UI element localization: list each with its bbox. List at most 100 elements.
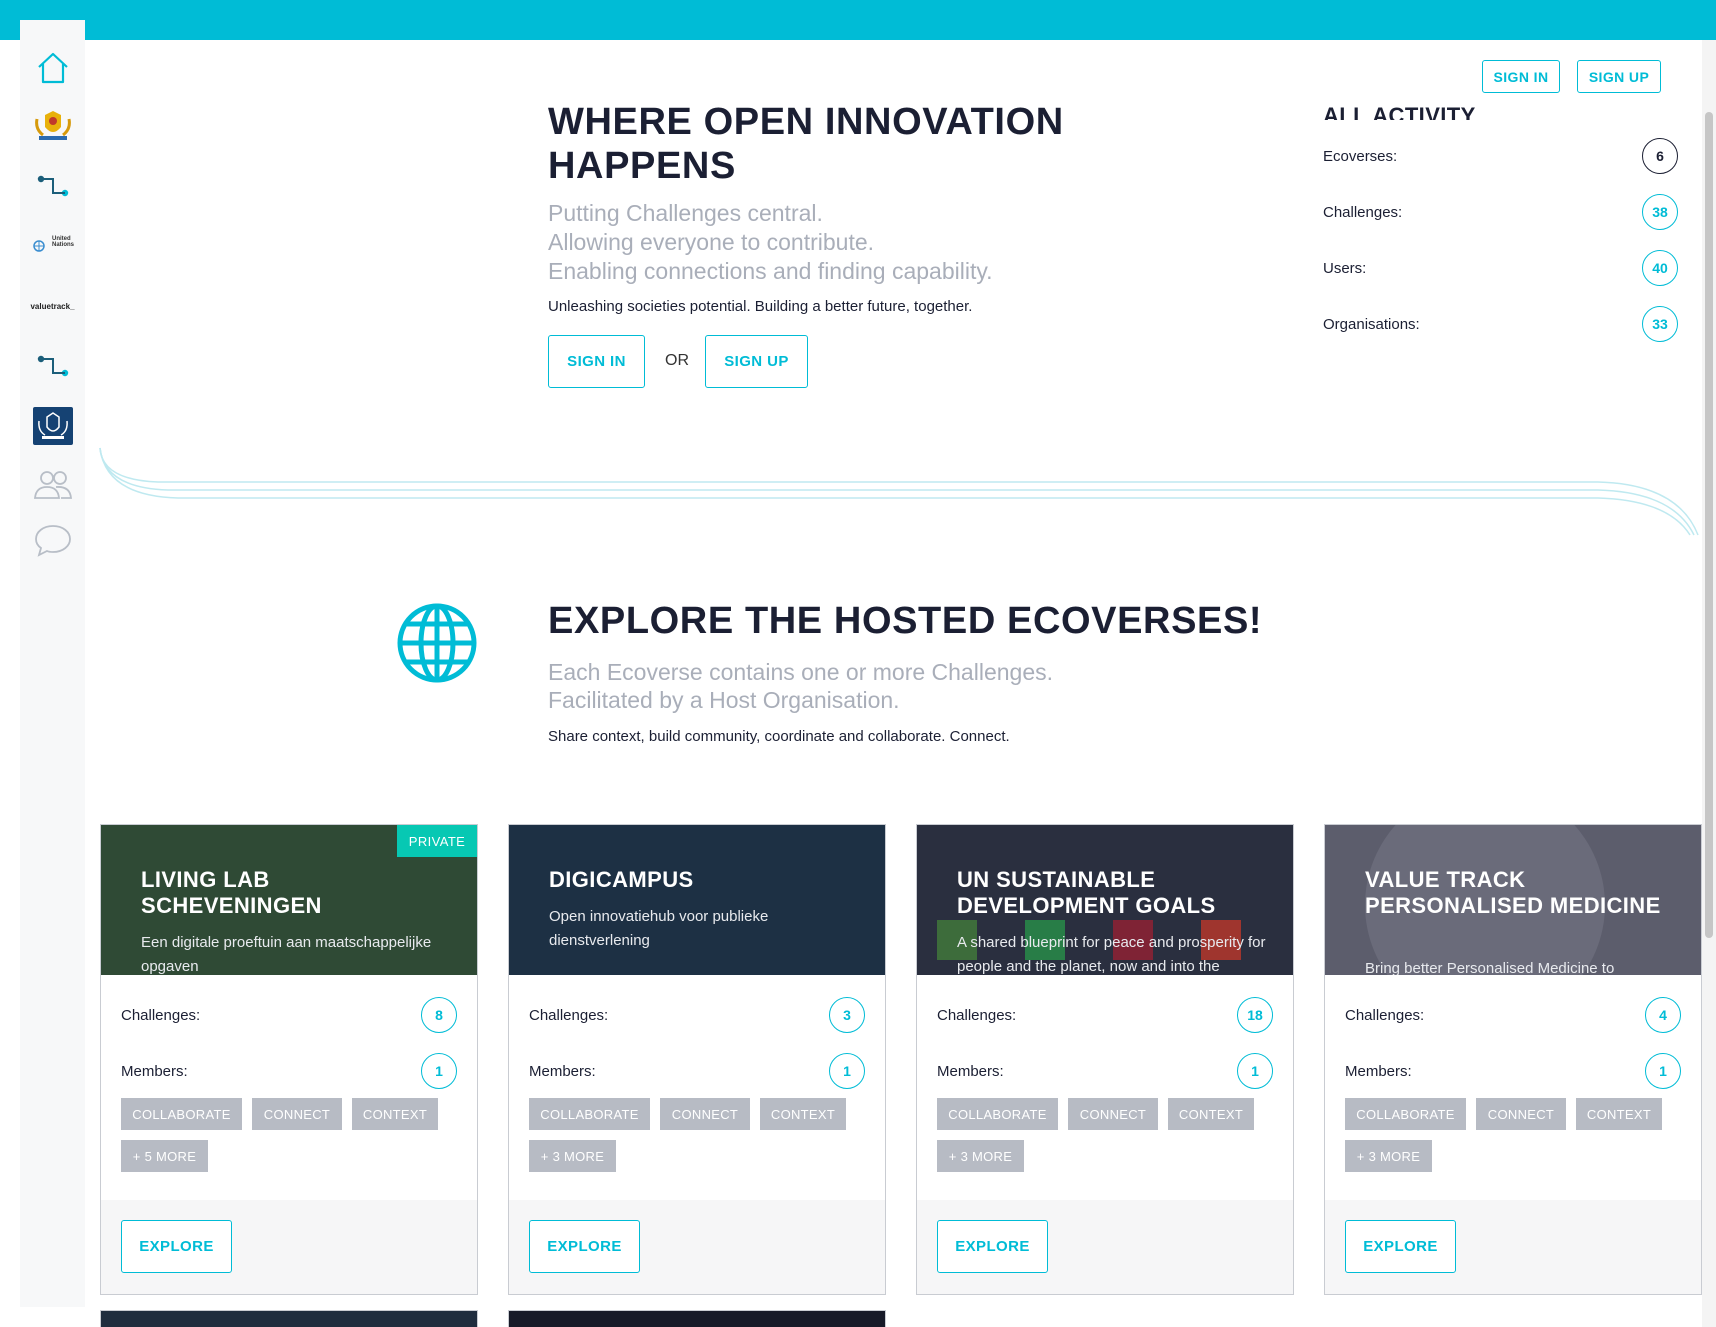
tag-collaborate[interactable]: COLLABORATE [529, 1098, 650, 1130]
members-label: Members: [121, 1063, 188, 1080]
explore-button[interactable]: EXPLORE [937, 1220, 1048, 1273]
tag-connect[interactable]: CONNECT [252, 1098, 342, 1130]
card-title: UN SUSTAINABLE DEVELOPMENT GOALS [957, 867, 1216, 918]
top-bar [0, 0, 1716, 40]
card-footer: EXPLORE [509, 1200, 885, 1294]
card-title: DIGICAMPUS [549, 867, 694, 892]
header-sign-up-button[interactable]: SIGN UP [1577, 60, 1661, 93]
activity-count-users: 40 [1642, 250, 1678, 286]
hero-title: WHERE OPEN INNOVATION HAPPENS [548, 101, 1064, 187]
activity-label-organisations: Organisations: [1323, 316, 1420, 333]
card-description: Een digitale proeftuin aan maatschappeli… [141, 934, 432, 975]
sidebar-item-rijksoverheid[interactable] [20, 402, 85, 450]
card-header-image: PRIVATE LIVING LAB SCHEVENINGEN Een digi… [101, 825, 477, 975]
sidebar-item-digicampus[interactable] [20, 162, 85, 210]
sidebar-item-users[interactable] [20, 460, 85, 508]
challenges-count: 8 [421, 997, 457, 1033]
globe-icon [397, 603, 477, 683]
ecoverse-card: PRIVATE LIVING LAB SCHEVENINGEN Een digi… [100, 824, 478, 1295]
card-description: Bring better Personalised Medicine to [1365, 960, 1615, 975]
connector-icon [37, 175, 68, 197]
tag-more[interactable]: + 3 MORE [1345, 1140, 1432, 1172]
header-sign-in-button[interactable]: SIGN IN [1482, 60, 1560, 93]
united-nations-text: United Nations [52, 236, 75, 248]
valuetrack-logo: valuetrack_ [30, 301, 75, 311]
wave-divider [99, 447, 1699, 536]
members-label: Members: [937, 1063, 1004, 1080]
challenges-label: Challenges: [529, 1007, 609, 1024]
members-count: 1 [829, 1053, 865, 1089]
tag-more[interactable]: + 3 MORE [937, 1140, 1024, 1172]
ecoverse-card: VALUE TRACK PERSONALISED MEDICINE Bring … [1324, 824, 1702, 1295]
hero-tagline: Unleashing societies potential. Building… [548, 298, 973, 315]
ecoverse-card-partial[interactable] [100, 1310, 478, 1327]
card-title: LIVING LAB SCHEVENINGEN [141, 867, 322, 918]
connector-icon [37, 355, 68, 377]
scrollbar-thumb[interactable] [1705, 112, 1713, 938]
tag-connect[interactable]: CONNECT [1068, 1098, 1158, 1130]
activity-count-organisations: 33 [1642, 306, 1678, 342]
users-icon [33, 471, 72, 499]
sidebar-item-valuetrack[interactable]: valuetrack_ [20, 282, 85, 330]
private-badge: PRIVATE [397, 825, 477, 857]
activity-count-challenges: 38 [1642, 194, 1678, 230]
hero-line-1: Putting Challenges central. [548, 200, 823, 226]
hero-sign-up-button[interactable]: SIGN UP [705, 335, 808, 388]
card-description: A shared blueprint for peace and prosper… [957, 934, 1266, 975]
explore-title: EXPLORE THE HOSTED ECOVERSES! [548, 600, 1263, 642]
tag-context[interactable]: CONTEXT [1576, 1098, 1662, 1130]
sidebar-item-coat-of-arms[interactable] [20, 102, 85, 150]
hero-sign-in-button[interactable]: SIGN IN [548, 335, 645, 388]
activity-label-ecoverses: Ecoverses: [1323, 148, 1398, 165]
card-footer: EXPLORE [101, 1200, 477, 1294]
tag-context[interactable]: CONTEXT [352, 1098, 438, 1130]
ecoverse-card: UN SUSTAINABLE DEVELOPMENT GOALS A share… [916, 824, 1294, 1295]
hero-line-3: Enabling connections and finding capabil… [548, 258, 993, 284]
sidebar: United Nations valuetrack_ [20, 20, 85, 1307]
or-label: OR [665, 352, 689, 369]
challenges-count: 3 [829, 997, 865, 1033]
members-label: Members: [1345, 1063, 1412, 1080]
explore-button[interactable]: EXPLORE [121, 1220, 232, 1273]
explore-button[interactable]: EXPLORE [1345, 1220, 1456, 1273]
card-header-image: UN SUSTAINABLE DEVELOPMENT GOALS A share… [917, 825, 1293, 975]
explore-line-1: Each Ecoverse contains one or more Chall… [548, 659, 1054, 685]
home-icon [37, 52, 68, 84]
ecoverse-card: DIGICAMPUS Open innovatiehub voor publie… [508, 824, 886, 1295]
card-footer: EXPLORE [917, 1200, 1293, 1294]
members-count: 1 [421, 1053, 457, 1089]
explore-line-2: Facilitated by a Host Organisation. [548, 687, 900, 713]
tag-context[interactable]: CONTEXT [1168, 1098, 1254, 1130]
challenges-count: 18 [1237, 997, 1273, 1033]
explore-button[interactable]: EXPLORE [529, 1220, 640, 1273]
members-label: Members: [529, 1063, 596, 1080]
tag-collaborate[interactable]: COLLABORATE [121, 1098, 242, 1130]
card-header-image: DIGICAMPUS Open innovatiehub voor publie… [509, 825, 885, 975]
tag-collaborate[interactable]: COLLABORATE [1345, 1098, 1466, 1130]
card-description: Open innovatiehub voor publieke dienstve… [549, 908, 769, 949]
tag-context[interactable]: CONTEXT [760, 1098, 846, 1130]
challenges-count: 4 [1645, 997, 1681, 1033]
tag-connect[interactable]: CONNECT [1476, 1098, 1566, 1130]
ecoverse-card-partial[interactable] [508, 1310, 886, 1327]
tag-connect[interactable]: CONNECT [660, 1098, 750, 1130]
tag-collaborate[interactable]: COLLABORATE [937, 1098, 1058, 1130]
challenges-label: Challenges: [1345, 1007, 1425, 1024]
sidebar-item-messages[interactable] [20, 516, 85, 564]
hero-line-2: Allowing everyone to contribute. [548, 229, 875, 255]
sidebar-item-connector-2[interactable] [20, 342, 85, 390]
card-header-image: VALUE TRACK PERSONALISED MEDICINE Bring … [1325, 825, 1701, 975]
members-count: 1 [1645, 1053, 1681, 1089]
challenges-label: Challenges: [121, 1007, 201, 1024]
tag-more[interactable]: + 3 MORE [529, 1140, 616, 1172]
sidebar-item-united-nations[interactable]: United Nations [20, 222, 85, 270]
activity-label-challenges: Challenges: [1323, 204, 1403, 221]
members-count: 1 [1237, 1053, 1273, 1089]
rijksoverheid-icon [32, 407, 73, 445]
activity-label-users: Users: [1323, 260, 1367, 277]
tag-more[interactable]: + 5 MORE [121, 1140, 208, 1172]
coat-of-arms-icon [34, 111, 71, 140]
chat-icon [34, 525, 71, 557]
card-footer: EXPLORE [1325, 1200, 1701, 1294]
sidebar-item-home[interactable] [20, 44, 85, 92]
